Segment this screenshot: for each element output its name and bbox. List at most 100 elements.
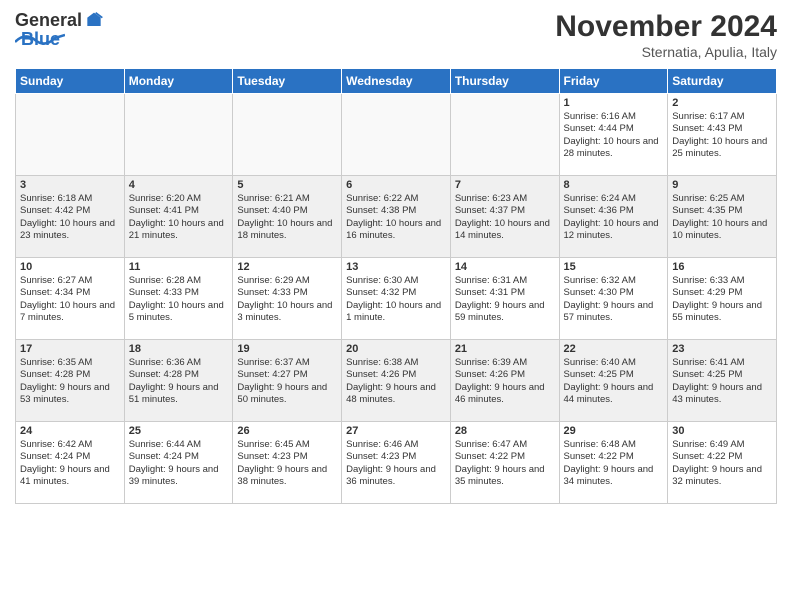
- day-info-line: Sunrise: 6:28 AM: [129, 275, 229, 287]
- calendar-cell: 15Sunrise: 6:32 AMSunset: 4:30 PMDayligh…: [559, 258, 668, 340]
- title-area: November 2024 Sternatia, Apulia, Italy: [555, 10, 777, 60]
- day-info-line: Sunset: 4:31 PM: [455, 287, 555, 299]
- day-info-line: Sunrise: 6:32 AM: [564, 275, 664, 287]
- day-info-line: Sunrise: 6:37 AM: [237, 357, 337, 369]
- day-info-line: Sunset: 4:40 PM: [237, 205, 337, 217]
- day-info-line: Sunset: 4:38 PM: [346, 205, 446, 217]
- day-info-line: Sunrise: 6:38 AM: [346, 357, 446, 369]
- day-info-line: Sunset: 4:26 PM: [455, 369, 555, 381]
- day-info-line: Sunset: 4:37 PM: [455, 205, 555, 217]
- day-info-line: Daylight: 9 hours and 55 minutes.: [672, 300, 772, 325]
- day-info-line: Daylight: 10 hours and 1 minute.: [346, 300, 446, 325]
- calendar-week-row: 24Sunrise: 6:42 AMSunset: 4:24 PMDayligh…: [16, 422, 777, 504]
- calendar-cell: 11Sunrise: 6:28 AMSunset: 4:33 PMDayligh…: [124, 258, 233, 340]
- day-info-line: Daylight: 10 hours and 23 minutes.: [20, 218, 120, 243]
- calendar-cell: 23Sunrise: 6:41 AMSunset: 4:25 PMDayligh…: [668, 340, 777, 422]
- calendar-cell: 24 Sunrise: 6:42 AMSunset: 4:24 PMDayligh…: [16, 422, 125, 504]
- day-info-line: Sunrise: 6:27 AM: [20, 275, 120, 287]
- calendar-cell: 6Sunrise: 6:22 AMSunset: 4:38 PMDaylight…: [342, 176, 451, 258]
- calendar-cell: 30Sunrise: 6:49 AMSunset: 4:22 PMDayligh…: [668, 422, 777, 504]
- weekday-header-friday: Friday: [559, 69, 668, 94]
- calendar-cell: 18Sunrise: 6:36 AMSunset: 4:28 PMDayligh…: [124, 340, 233, 422]
- day-info-line: Sunrise: 6:42 AM: [20, 439, 120, 451]
- day-info-line: Sunset: 4:24 PM: [129, 451, 229, 463]
- day-info-line: Sunset: 4:23 PM: [346, 451, 446, 463]
- weekday-header-tuesday: Tuesday: [233, 69, 342, 94]
- day-info-line: Daylight: 9 hours and 48 minutes.: [346, 382, 446, 407]
- day-info-line: Sunset: 4:26 PM: [346, 369, 446, 381]
- day-info-line: Daylight: 9 hours and 44 minutes.: [564, 382, 664, 407]
- day-info-line: Sunrise: 6:35 AM: [20, 357, 120, 369]
- day-info-line: Sunrise: 6:18 AM: [20, 193, 120, 205]
- weekday-header-sunday: Sunday: [16, 69, 125, 94]
- day-number: 21: [455, 343, 555, 355]
- day-info-line: Sunrise: 6:36 AM: [129, 357, 229, 369]
- day-number: 22: [564, 343, 664, 355]
- day-info-line: Sunset: 4:34 PM: [20, 287, 120, 299]
- day-info-line: Sunrise: 6:17 AM: [672, 111, 772, 123]
- weekday-header-thursday: Thursday: [450, 69, 559, 94]
- day-info-line: Sunset: 4:22 PM: [455, 451, 555, 463]
- day-info-line: Sunrise: 6:49 AM: [672, 439, 772, 451]
- day-info-line: Daylight: 9 hours and 51 minutes.: [129, 382, 229, 407]
- calendar-cell: [342, 94, 451, 176]
- day-info-line: Sunrise: 6:48 AM: [564, 439, 664, 451]
- calendar-cell: 4Sunrise: 6:20 AMSunset: 4:41 PMDaylight…: [124, 176, 233, 258]
- day-info-line: Sunset: 4:27 PM: [237, 369, 337, 381]
- day-info-line: Daylight: 10 hours and 28 minutes.: [564, 136, 664, 161]
- day-info-line: Sunrise: 6:21 AM: [237, 193, 337, 205]
- day-info-line: Daylight: 10 hours and 16 minutes.: [346, 218, 446, 243]
- day-number: 24: [20, 425, 120, 437]
- calendar-cell: 9Sunrise: 6:25 AMSunset: 4:35 PMDaylight…: [668, 176, 777, 258]
- day-info-line: Daylight: 10 hours and 14 minutes.: [455, 218, 555, 243]
- day-info-line: Sunrise: 6:40 AM: [564, 357, 664, 369]
- day-info-line: Sunset: 4:28 PM: [20, 369, 120, 381]
- day-info-line: Daylight: 9 hours and 41 minutes.: [20, 464, 120, 489]
- day-info-line: Sunrise: 6:44 AM: [129, 439, 229, 451]
- day-info-line: Sunset: 4:25 PM: [564, 369, 664, 381]
- day-info-line: Daylight: 10 hours and 21 minutes.: [129, 218, 229, 243]
- day-number: 9: [672, 179, 772, 191]
- day-number: 17: [20, 343, 120, 355]
- calendar-cell: 21Sunrise: 6:39 AMSunset: 4:26 PMDayligh…: [450, 340, 559, 422]
- day-info-line: Sunset: 4:30 PM: [564, 287, 664, 299]
- calendar-cell: 25Sunrise: 6:44 AMSunset: 4:24 PMDayligh…: [124, 422, 233, 504]
- day-info-line: Sunset: 4:22 PM: [564, 451, 664, 463]
- day-info-line: Sunset: 4:43 PM: [672, 123, 772, 135]
- day-info-line: Daylight: 9 hours and 59 minutes.: [455, 300, 555, 325]
- logo-blue-text: Blue: [21, 29, 60, 50]
- weekday-header-saturday: Saturday: [668, 69, 777, 94]
- calendar-week-row: 10Sunrise: 6:27 AMSunset: 4:34 PMDayligh…: [16, 258, 777, 340]
- day-info-line: Sunset: 4:32 PM: [346, 287, 446, 299]
- month-title: November 2024: [555, 10, 777, 44]
- day-number: 30: [672, 425, 772, 437]
- day-info-line: Daylight: 9 hours and 34 minutes.: [564, 464, 664, 489]
- day-info-line: Sunrise: 6:20 AM: [129, 193, 229, 205]
- calendar-cell: 2Sunrise: 6:17 AMSunset: 4:43 PMDaylight…: [668, 94, 777, 176]
- day-info-line: Daylight: 9 hours and 38 minutes.: [237, 464, 337, 489]
- day-info-line: Sunset: 4:36 PM: [564, 205, 664, 217]
- day-number: 28: [455, 425, 555, 437]
- calendar-cell: 29Sunrise: 6:48 AMSunset: 4:22 PMDayligh…: [559, 422, 668, 504]
- day-info-line: Daylight: 10 hours and 18 minutes.: [237, 218, 337, 243]
- day-info-line: Daylight: 10 hours and 5 minutes.: [129, 300, 229, 325]
- day-info-line: Sunset: 4:23 PM: [237, 451, 337, 463]
- day-number: 18: [129, 343, 229, 355]
- calendar-week-row: 17 Sunrise: 6:35 AMSunset: 4:28 PM Dayligh…: [16, 340, 777, 422]
- calendar-cell: 27Sunrise: 6:46 AMSunset: 4:23 PMDayligh…: [342, 422, 451, 504]
- day-info-line: Daylight: 10 hours and 25 minutes.: [672, 136, 772, 161]
- day-info-line: Sunrise: 6:29 AM: [237, 275, 337, 287]
- calendar-cell: 26Sunrise: 6:45 AMSunset: 4:23 PMDayligh…: [233, 422, 342, 504]
- day-info-line: Daylight: 10 hours and 3 minutes.: [237, 300, 337, 325]
- day-info-line: Sunset: 4:41 PM: [129, 205, 229, 217]
- logo: General Blue: [15, 10, 104, 50]
- day-info-line: Sunset: 4:24 PM: [20, 451, 120, 463]
- calendar-week-row: 1Sunrise: 6:16 AMSunset: 4:44 PMDaylight…: [16, 94, 777, 176]
- calendar-cell: 5Sunrise: 6:21 AMSunset: 4:40 PMDaylight…: [233, 176, 342, 258]
- day-info-line: Sunrise: 6:31 AM: [455, 275, 555, 287]
- calendar-week-row: 3Sunrise: 6:18 AMSunset: 4:42 PMDaylight…: [16, 176, 777, 258]
- calendar-cell: [124, 94, 233, 176]
- day-number: 27: [346, 425, 446, 437]
- calendar-cell: 7Sunrise: 6:23 AMSunset: 4:37 PMDaylight…: [450, 176, 559, 258]
- calendar-cell: 10Sunrise: 6:27 AMSunset: 4:34 PMDayligh…: [16, 258, 125, 340]
